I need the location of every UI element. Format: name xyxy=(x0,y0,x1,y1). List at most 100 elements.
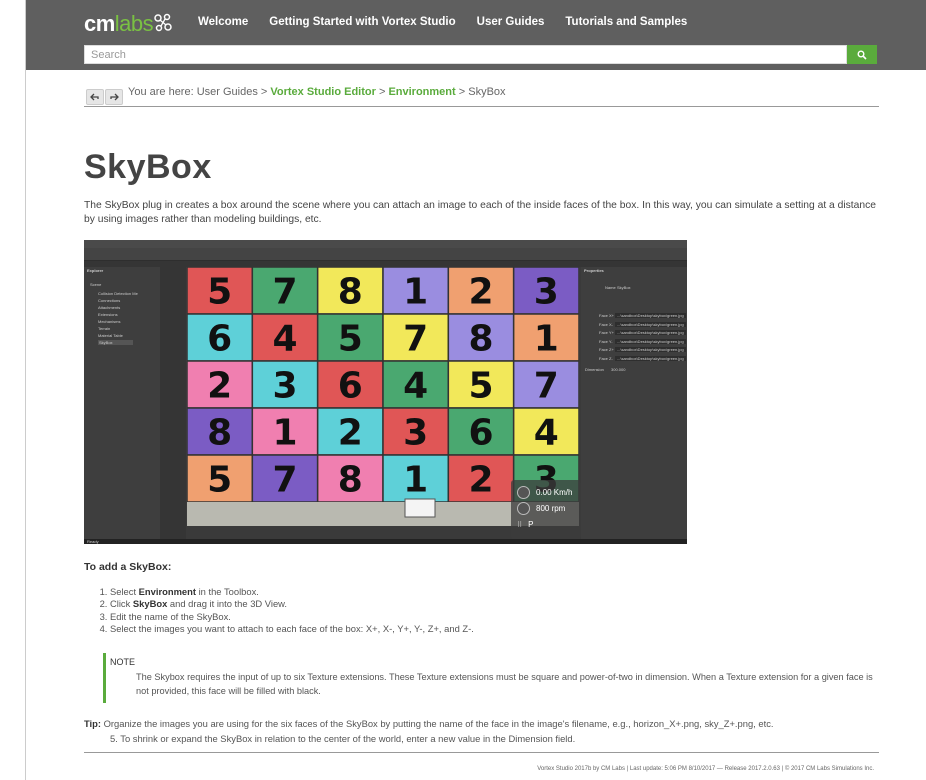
hud-rpm: 800 rpm xyxy=(536,504,566,513)
breadcrumb-bar: You are here: User Guides > Vortex Studi… xyxy=(84,84,879,107)
skybox-tile-digit: 1 xyxy=(403,272,428,313)
skybox-tile-digit: 1 xyxy=(534,319,559,360)
skybox-tile-digit: 5 xyxy=(468,366,493,407)
face-row-label: Face X+ xyxy=(599,313,615,318)
face-row-label: Face Y+ xyxy=(599,330,614,335)
face-row-label: Face X- xyxy=(599,321,614,327)
search-button[interactable] xyxy=(847,45,877,64)
hud-gear: P xyxy=(528,520,534,529)
breadcrumb-prefix: You are here: User Guides > xyxy=(128,86,271,98)
face-row-path[interactable]: ...\sandbox\Desktop\skybox\green.jpg xyxy=(615,330,686,335)
property-dimension-label: Dimension xyxy=(585,367,604,372)
property-dimension-value: 300.000 xyxy=(611,367,626,372)
explorer-panel: Explorer Scene Collision Detection Me Co… xyxy=(84,267,161,539)
vehicle-hud: 0.00 Km/h 800 rpm ⠿ P xyxy=(511,480,581,540)
step-text: Select xyxy=(110,586,139,597)
nav-user-guides[interactable]: User Guides xyxy=(477,16,545,28)
skybox-tile-digit: 8 xyxy=(338,272,363,313)
face-row-path[interactable]: ...\sandbox\Desktop\skybox\green.jpg xyxy=(615,347,686,352)
skybox-tile-digit: 3 xyxy=(272,366,297,407)
step-emphasis: SkyBox xyxy=(132,598,168,610)
main-nav: Welcome Getting Started with Vortex Stud… xyxy=(198,16,687,28)
forward-button[interactable] xyxy=(105,89,123,105)
logo-text-labs: labs xyxy=(114,11,154,36)
skybox-tile-digit: 4 xyxy=(272,319,297,360)
skybox-tile-digit: 6 xyxy=(338,366,363,407)
step-text: and drag it into the 3D View. xyxy=(167,598,288,610)
property-name-label: Name xyxy=(605,285,616,290)
explorer-title: Explorer xyxy=(87,268,104,273)
breadcrumb-link-editor[interactable]: Vortex Studio Editor xyxy=(270,86,376,98)
back-button[interactable] xyxy=(86,89,104,105)
face-row-path[interactable]: ...\sandbox\Desktop\skybox\green.jpg xyxy=(615,355,686,361)
tip-body: Organize the images you are using for th… xyxy=(101,718,774,729)
editor-screenshot: Explorer Scene Collision Detection Me Co… xyxy=(84,240,687,544)
skybox-tile-digit: 8 xyxy=(207,413,232,454)
list-item: Click SkyBox and drag it into the 3D Vie… xyxy=(110,598,474,610)
explorer-item: Attachments xyxy=(98,305,121,310)
cmlabs-logo[interactable]: cmlabs xyxy=(84,11,154,37)
footer-divider xyxy=(84,752,879,753)
skybox-tile-digit: 5 xyxy=(207,460,232,501)
face-row-path[interactable]: ...\sandbox\Desktop\skybox\green.jpg xyxy=(615,313,686,318)
properties-title: Properties xyxy=(584,268,604,273)
breadcrumb-separator: > xyxy=(375,86,389,98)
skybox-tile-digit: 7 xyxy=(534,366,559,407)
search-icon xyxy=(857,50,867,60)
logo-mark-icon xyxy=(154,13,172,32)
face-row-label: Face Z+ xyxy=(599,347,614,352)
skybox-tile-digit: 2 xyxy=(207,366,232,407)
tachometer-icon xyxy=(517,502,530,515)
skybox-tile-digit: 2 xyxy=(338,413,363,454)
tip-label: Tip: xyxy=(84,718,102,729)
list-item: Edit the name of the SkyBox. xyxy=(110,611,474,623)
note-box: NOTE The Skybox requires the input of up… xyxy=(103,653,881,703)
list-item: Select the images you want to attach to … xyxy=(110,623,474,635)
properties-panel: Properties Name SkyBox Face X+ ...\sandbo… xyxy=(581,267,687,539)
nav-getting-started[interactable]: Getting Started with Vortex Studio xyxy=(269,16,455,28)
skybox-tile-digit: 6 xyxy=(468,413,493,454)
skybox-tile-digit: 2 xyxy=(468,460,493,501)
step-text: Click xyxy=(110,598,133,610)
nav-tutorials[interactable]: Tutorials and Samples xyxy=(565,16,687,28)
explorer-gutter xyxy=(160,267,186,539)
instructions-heading: To add a SkyBox: xyxy=(84,561,172,573)
skybox-tile-digit: 7 xyxy=(272,460,297,501)
skybox-tile-digit: 6 xyxy=(207,319,232,360)
truck-model xyxy=(404,498,436,518)
explorer-item: Collision Detection Me xyxy=(98,291,138,296)
explorer-item: Material Table xyxy=(98,333,123,338)
skybox-tile-digit: 5 xyxy=(207,272,232,313)
intro-paragraph: The SkyBox plug in creates a box around … xyxy=(84,200,876,225)
nav-welcome[interactable]: Welcome xyxy=(198,16,248,28)
skybox-tile-digit: 2 xyxy=(468,272,493,313)
explorer-item: Extensions xyxy=(98,312,118,317)
instructions-list: Select Environment in the Toolbox. Click… xyxy=(84,586,474,635)
breadcrumb: You are here: User Guides > Vortex Studi… xyxy=(128,86,506,98)
step-text: in the Toolbox. xyxy=(195,586,259,597)
skybox-tile-digit: 7 xyxy=(272,272,297,313)
skybox-tile-digit: 4 xyxy=(403,366,428,407)
list-item: 5. To shrink or expand the SkyBox in rel… xyxy=(110,733,576,744)
skybox-tile-digit: 1 xyxy=(272,413,297,454)
speedometer-icon xyxy=(517,486,530,499)
face-row-path[interactable]: ...\sandbox\Desktop\skybox\green.jpg xyxy=(615,338,686,344)
list-item: Select Environment in the Toolbox. xyxy=(110,586,474,598)
note-title: NOTE xyxy=(110,657,136,667)
face-row-path[interactable]: ...\sandbox\Desktop\skybox\green.jpg xyxy=(615,321,686,327)
page-title: SkyBox xyxy=(84,148,212,186)
back-arrow-icon xyxy=(90,93,99,101)
forward-arrow-icon xyxy=(110,93,119,101)
skybox-tile-digit: 8 xyxy=(338,460,363,501)
top-navigation-bar: cmlabs Welcome Getting Started with Vort… xyxy=(26,0,926,70)
editor-toolbar xyxy=(84,248,687,261)
search-input[interactable]: Search xyxy=(84,45,847,64)
breadcrumb-current: SkyBox xyxy=(468,86,506,98)
skybox-tile-digit: 7 xyxy=(403,319,428,360)
breadcrumb-link-environment[interactable]: Environment xyxy=(388,86,455,98)
tip-text: Tip: Organize the images you are using f… xyxy=(84,718,774,729)
skybox-tile-digit: 5 xyxy=(338,319,363,360)
editor-menubar xyxy=(84,240,687,248)
logo-text-cm: cm xyxy=(84,11,115,36)
gear-shift-icon: ⠿ xyxy=(517,521,523,529)
